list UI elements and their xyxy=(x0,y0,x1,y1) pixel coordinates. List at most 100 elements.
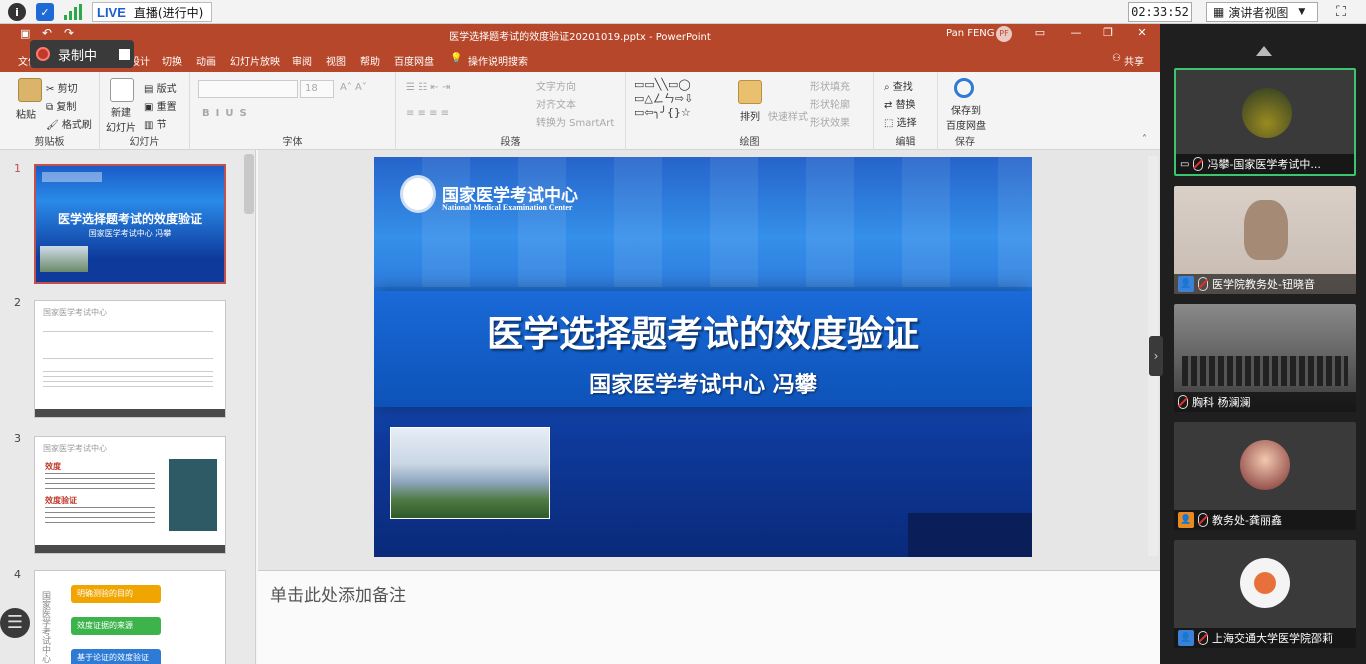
shape-outline-button[interactable]: 形状轮廓 xyxy=(810,96,850,111)
save-to-baidu-button[interactable]: 保存到 百度网盘 xyxy=(946,102,986,132)
smartart-button[interactable]: 转换为 SmartArt xyxy=(536,114,614,129)
current-slide[interactable]: 国家医学考试中心 National Medical Examination Ce… xyxy=(374,157,1032,557)
stop-recording-icon[interactable] xyxy=(119,48,131,60)
font-group: 18 A˄ A˅ BIUS 字体 xyxy=(190,72,396,150)
slide-thumbnail-2[interactable]: 国家医学考试中心 xyxy=(34,300,226,418)
thumb-title: 国家医学考试中心 xyxy=(43,444,107,453)
thumb-number: 3 xyxy=(14,432,21,445)
layout-button[interactable]: ▤ 版式 xyxy=(144,80,177,95)
mic-icon xyxy=(1198,513,1208,527)
participant-tile[interactable]: 👤 教务处-龚丽鑫 xyxy=(1174,422,1356,530)
format-painter-button[interactable]: 🖌 格式刷 xyxy=(46,116,92,131)
font-grow-icon[interactable]: A˄ A˅ xyxy=(340,82,367,93)
tab-baidu[interactable]: 百度网盘 xyxy=(394,53,434,68)
info-icon[interactable]: i xyxy=(8,3,26,21)
fullscreen-icon[interactable]: ⛶ xyxy=(1332,3,1350,21)
slide-thumbnail-1[interactable]: 医学选择题考试的效度验证 国家医学考试中心 冯攀 xyxy=(34,164,226,284)
notes-placeholder: 单击此处添加备注 xyxy=(270,586,406,606)
slide-dark-corner xyxy=(908,513,1032,557)
align-icons[interactable]: ≡ ≡ ≡ ≡ xyxy=(406,108,449,119)
thumb-number: 2 xyxy=(14,296,21,309)
live-status[interactable]: LIVE 直播(进行中) xyxy=(92,2,212,22)
tab-help[interactable]: 帮助 xyxy=(360,53,380,68)
tab-view[interactable]: 视图 xyxy=(326,53,346,68)
participant-tile[interactable]: 👤 上海交通大学医学院邵莉 xyxy=(1174,540,1356,648)
participant-tile[interactable]: 👤 医学院教务处-钮晓音 xyxy=(1174,186,1356,294)
meeting-timer: 02:33:52 xyxy=(1128,2,1192,22)
participant-tile[interactable]: 胸科 杨澜澜 xyxy=(1174,304,1356,412)
mic-icon xyxy=(1178,395,1188,409)
grid-icon: ▦ xyxy=(1213,5,1225,19)
tab-slideshow[interactable]: 幻灯片放映 xyxy=(230,53,280,68)
font-name-box[interactable] xyxy=(198,80,298,98)
select-button[interactable]: ⬚ 选择 xyxy=(884,114,917,129)
user-avatar[interactable]: PF xyxy=(996,26,1012,42)
new-slide-button[interactable]: 新建 幻灯片 xyxy=(106,104,136,134)
section-button[interactable]: ▥ 节 xyxy=(144,116,167,131)
find-button[interactable]: ⌕ 查找 xyxy=(884,78,913,93)
signal-icon[interactable] xyxy=(64,4,82,20)
shape-fill-button[interactable]: 形状填充 xyxy=(810,78,850,93)
baidu-cloud-icon[interactable] xyxy=(954,78,974,98)
minimize-icon[interactable]: — xyxy=(1066,26,1086,39)
ppt-title-bar: ▣ ↶ ↷ 医学选择题考试的效度验证20201019.pptx - PowerP… xyxy=(0,24,1160,44)
recording-badge[interactable]: 录制中 xyxy=(30,40,134,68)
shield-icon[interactable]: ✓ xyxy=(36,3,54,21)
share-button[interactable]: 共享 xyxy=(1124,53,1144,68)
recording-label: 录制中 xyxy=(58,48,98,64)
thumb-item: 明确测验的目的 xyxy=(71,585,161,603)
arrange-icon[interactable] xyxy=(738,80,762,104)
font-size-box[interactable]: 18 xyxy=(300,80,334,98)
slide-thumbnail-4[interactable]: 国家医学考试中心 明确测验的目的 效度证据的来源 基于论证的效度验证 xyxy=(34,570,226,664)
copy-button[interactable]: ⧉ 复制 xyxy=(46,98,76,113)
record-icon xyxy=(36,47,50,61)
new-slide-icon[interactable] xyxy=(110,78,134,102)
close-icon[interactable]: ✕ xyxy=(1132,26,1152,39)
participant-label: ▭ 冯攀-国家医学考试中... xyxy=(1176,154,1354,174)
align-text-button[interactable]: 对齐文本 xyxy=(536,96,576,111)
paste-button[interactable]: 粘贴 xyxy=(16,106,36,121)
font-style-buttons[interactable]: BIUS xyxy=(202,108,253,119)
text-direction-button[interactable]: 文字方向 xyxy=(536,78,576,93)
replace-button[interactable]: ⇄ 替换 xyxy=(884,96,916,111)
collapse-panel-icon[interactable]: › xyxy=(1149,336,1163,376)
participant-label: 👤 医学院教务处-钮晓音 xyxy=(1174,274,1356,294)
slides-group: 新建 幻灯片 ▤ 版式 ▣ 重置 ▥ 节 幻灯片 xyxy=(100,72,190,150)
scroll-up-icon[interactable] xyxy=(1256,46,1272,56)
tab-transitions[interactable]: 切换 xyxy=(162,53,182,68)
restore-icon[interactable]: ❐ xyxy=(1098,26,1118,39)
participant-label: 胸科 杨澜澜 xyxy=(1174,392,1356,412)
notes-pane[interactable]: 单击此处添加备注 xyxy=(258,570,1160,664)
slide-editor: 国家医学考试中心 National Medical Examination Ce… xyxy=(258,150,1160,664)
shapes-gallery[interactable]: ▭▭╲╲▭◯ ▭△ㄥㄣ⇨⇩ ▭⇦╮╯{}☆ xyxy=(634,78,693,120)
presenter-view-dropdown[interactable]: ▦ 演讲者视图 ▼ xyxy=(1206,2,1318,22)
tell-me-search[interactable]: 操作说明搜索 xyxy=(468,53,528,68)
thumb-heading: 效度 xyxy=(45,462,61,471)
ribbon-display-icon[interactable]: ▭ xyxy=(1030,26,1050,39)
thumbnail-scrollbar[interactable] xyxy=(244,154,254,214)
shape-effects-button[interactable]: 形状效果 xyxy=(810,114,850,129)
ribbon: 粘贴 ✂ 剪切 ⧉ 复制 🖌 格式刷 剪贴板 新建 幻灯片 ▤ 版式 ▣ 重置 … xyxy=(0,72,1160,150)
participant-avatar xyxy=(1240,558,1290,608)
slide-thumbnail-3[interactable]: 国家医学考试中心 效度 效度验证 xyxy=(34,436,226,554)
slide-subtitle: 国家医学考试中心 冯攀 xyxy=(589,373,817,398)
ribbon-tabs: 文件 开始 插入 设计 切换 动画 幻灯片放映 审阅 视图 帮助 百度网盘 💡 … xyxy=(0,44,1160,72)
thumb-text-lines xyxy=(45,473,155,491)
drawing-group: ▭▭╲╲▭◯ ▭△ㄥㄣ⇨⇩ ▭⇦╮╯{}☆ 排列 快速样式 形状填充 形状轮廓 形状… xyxy=(626,72,874,150)
quick-styles-button[interactable]: 快速样式 xyxy=(768,108,808,123)
menu-list-icon[interactable]: ☰ xyxy=(0,608,30,638)
person-icon: 👤 xyxy=(1178,630,1194,646)
arrange-button[interactable]: 排列 xyxy=(740,108,760,123)
bullets-icon[interactable]: ☰ ☷ ⇤ ⇥ xyxy=(406,82,450,93)
thumb-item: 效度证据的来源 xyxy=(71,617,161,635)
tab-review[interactable]: 审阅 xyxy=(292,53,312,68)
tab-animations[interactable]: 动画 xyxy=(196,53,216,68)
reset-button[interactable]: ▣ 重置 xyxy=(144,98,177,113)
slide-title: 医学选择题考试的效度验证 xyxy=(486,314,919,355)
participant-tile[interactable]: ▭ 冯攀-国家医学考试中... xyxy=(1174,68,1356,176)
collapse-ribbon-icon[interactable]: ˄ xyxy=(1142,134,1147,145)
thumb-footer xyxy=(35,545,225,553)
paste-icon[interactable] xyxy=(18,78,42,102)
thumb-footer xyxy=(35,409,225,417)
cut-button[interactable]: ✂ 剪切 xyxy=(46,80,78,95)
